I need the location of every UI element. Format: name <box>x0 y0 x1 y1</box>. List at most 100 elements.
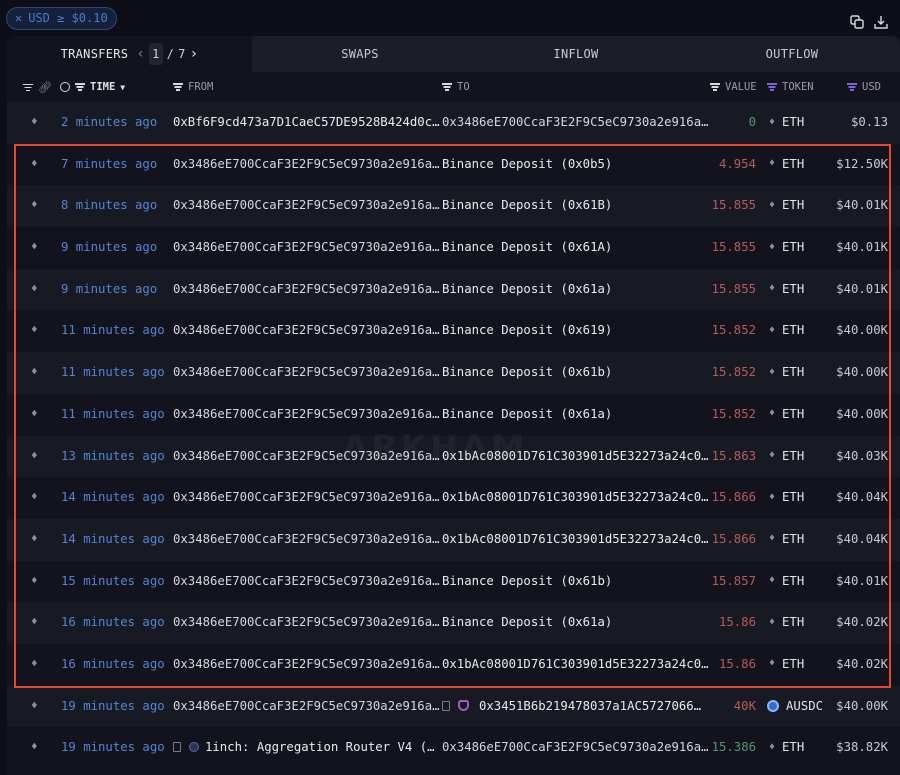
to-address[interactable]: Binance Deposit (0x61a) <box>442 615 612 629</box>
tx-time-link[interactable]: 11 minutes ago <box>61 407 165 421</box>
table-row[interactable]: ♦ 16 minutes ago 0x3486eE700CcaF3E2F9C5e… <box>7 643 900 686</box>
from-address[interactable]: 1inch: Aggregation Router V4 (… <box>173 740 435 754</box>
token[interactable]: ♦ ETH <box>769 115 804 129</box>
tab-transfers[interactable]: TRANSFERS ‹ 1 / 7 › <box>7 36 252 72</box>
token[interactable]: ♦ ETH <box>769 157 804 171</box>
tab-outflow[interactable]: OUTFLOW <box>684 36 900 72</box>
usd-filter-chip[interactable]: ✕ USD ≥ $0.10 <box>6 7 117 30</box>
chevron-right-icon[interactable]: › <box>190 46 199 62</box>
from-address[interactable]: 0x3486eE700CcaF3E2F9C5eC9730a2e916a… <box>173 240 440 254</box>
to-address[interactable]: Binance Deposit (0x61b) <box>442 574 612 588</box>
tx-time-link[interactable]: 16 minutes ago <box>61 615 165 629</box>
col-to[interactable]: TO <box>457 81 470 93</box>
to-address[interactable]: 0x3486eE700CcaF3E2F9C5eC9730a2e916a… <box>442 115 709 129</box>
tx-time-link[interactable]: 9 minutes ago <box>61 282 157 296</box>
time-filter-icon[interactable] <box>75 83 85 91</box>
tx-time-link[interactable]: 14 minutes ago <box>61 532 165 546</box>
usd-filter-icon[interactable] <box>847 83 857 91</box>
link-icon[interactable]: 🔗︎ <box>38 81 52 94</box>
from-address[interactable]: 0x3486eE700CcaF3E2F9C5eC9730a2e916a… <box>173 699 440 713</box>
table-row[interactable]: ♦ 9 minutes ago 0x3486eE700CcaF3E2F9C5eC… <box>7 268 900 311</box>
tx-time-link[interactable]: 19 minutes ago <box>61 740 165 754</box>
to-address[interactable]: Binance Deposit (0x61a) <box>442 407 612 421</box>
from-address[interactable]: 0x3486eE700CcaF3E2F9C5eC9730a2e916a… <box>173 574 440 588</box>
token[interactable]: ♦ ETH <box>769 532 804 546</box>
from-address[interactable]: 0x3486eE700CcaF3E2F9C5eC9730a2e916a… <box>173 282 440 296</box>
table-row[interactable]: ♦ 11 minutes ago 0x3486eE700CcaF3E2F9C5e… <box>7 310 900 353</box>
col-usd[interactable]: USD <box>862 81 881 93</box>
tx-time-link[interactable]: 15 minutes ago <box>61 574 165 588</box>
table-row[interactable]: ♦ 8 minutes ago 0x3486eE700CcaF3E2F9C5eC… <box>7 185 900 228</box>
to-address[interactable]: Binance Deposit (0x61A) <box>442 240 612 254</box>
from-address[interactable]: 0x3486eE700CcaF3E2F9C5eC9730a2e916a… <box>173 532 440 546</box>
col-value[interactable]: VALUE <box>725 81 757 93</box>
tx-time-link[interactable]: 2 minutes ago <box>61 115 157 129</box>
tx-time-link[interactable]: 8 minutes ago <box>61 198 157 212</box>
value-filter-icon[interactable] <box>710 83 720 91</box>
clock-icon[interactable] <box>60 82 70 92</box>
from-address[interactable]: 0x3486eE700CcaF3E2F9C5eC9730a2e916a… <box>173 615 440 629</box>
to-address[interactable]: 0x1bAc08001D761C303901d5E32273a24c0… <box>442 532 709 546</box>
chevron-left-icon[interactable]: ‹ <box>136 46 145 62</box>
tab-inflow[interactable]: INFLOW <box>468 36 684 72</box>
token[interactable]: AUSDC <box>767 699 823 713</box>
token[interactable]: ♦ ETH <box>769 365 804 379</box>
token[interactable]: ♦ ETH <box>769 574 804 588</box>
to-filter-icon[interactable] <box>442 83 452 91</box>
copy-icon[interactable] <box>850 14 864 33</box>
table-row[interactable]: ♦ 19 minutes ago 1inch: Aggregation Rout… <box>7 727 900 769</box>
token[interactable]: ♦ ETH <box>769 282 804 296</box>
to-address[interactable]: Binance Deposit (0x61B) <box>442 198 612 212</box>
tx-time-link[interactable]: 9 minutes ago <box>61 240 157 254</box>
tab-swaps[interactable]: SWAPS <box>252 36 468 72</box>
token[interactable]: ♦ ETH <box>769 240 804 254</box>
col-from[interactable]: FROM <box>188 81 213 93</box>
tx-time-link[interactable]: 19 minutes ago <box>61 699 165 713</box>
from-address[interactable]: 0xBf6F9cd473a7D1CaeC57DE9528B424d0c… <box>173 115 440 129</box>
page-current[interactable]: 1 <box>149 43 163 65</box>
tx-time-link[interactable]: 14 minutes ago <box>61 490 165 504</box>
table-row[interactable]: ♦ 2 minutes ago 0xBf6F9cd473a7D1CaeC57DE… <box>7 102 900 144</box>
table-row[interactable]: ♦ 7 minutes ago 0x3486eE700CcaF3E2F9C5eC… <box>7 143 900 186</box>
filter-icon[interactable] <box>23 84 33 92</box>
to-address[interactable]: Binance Deposit (0x619) <box>442 323 612 337</box>
download-icon[interactable] <box>874 14 888 33</box>
table-row[interactable]: ♦ 14 minutes ago 0x3486eE700CcaF3E2F9C5e… <box>7 477 900 519</box>
from-address[interactable]: 0x3486eE700CcaF3E2F9C5eC9730a2e916a… <box>173 157 440 171</box>
tx-time-link[interactable]: 16 minutes ago <box>61 657 165 671</box>
from-address[interactable]: 0x3486eE700CcaF3E2F9C5eC9730a2e916a… <box>173 657 440 671</box>
to-address[interactable]: 0x3451B6b219478037a1AC5727066… <box>442 699 701 713</box>
token[interactable]: ♦ ETH <box>769 615 804 629</box>
to-address[interactable]: Binance Deposit (0x61a) <box>442 282 612 296</box>
table-row[interactable]: ♦ 11 minutes ago 0x3486eE700CcaF3E2F9C5e… <box>7 352 900 394</box>
to-address[interactable]: Binance Deposit (0x61b) <box>442 365 612 379</box>
col-token[interactable]: TOKEN <box>782 81 814 93</box>
table-row[interactable]: ♦ 15 minutes ago 0x3486eE700CcaF3E2F9C5e… <box>7 560 900 603</box>
token[interactable]: ♦ ETH <box>769 740 804 754</box>
to-address[interactable]: 0x1bAc08001D761C303901d5E32273a24c0… <box>442 657 709 671</box>
tx-time-link[interactable]: 13 minutes ago <box>61 449 165 463</box>
from-address[interactable]: 0x3486eE700CcaF3E2F9C5eC9730a2e916a… <box>173 490 440 504</box>
token[interactable]: ♦ ETH <box>769 407 804 421</box>
table-row[interactable]: ♦ 14 minutes ago 0x3486eE700CcaF3E2F9C5e… <box>7 518 900 561</box>
tx-time-link[interactable]: 7 minutes ago <box>61 157 157 171</box>
to-address[interactable]: Binance Deposit (0x0b5) <box>442 157 612 171</box>
from-address[interactable]: 0x3486eE700CcaF3E2F9C5eC9730a2e916a… <box>173 198 440 212</box>
close-icon[interactable]: ✕ <box>15 8 22 29</box>
token[interactable]: ♦ ETH <box>769 490 804 504</box>
from-address[interactable]: 0x3486eE700CcaF3E2F9C5eC9730a2e916a… <box>173 365 440 379</box>
token[interactable]: ♦ ETH <box>769 198 804 212</box>
table-row[interactable]: ♦ 16 minutes ago 0x3486eE700CcaF3E2F9C5e… <box>7 602 900 644</box>
from-address[interactable]: 0x3486eE700CcaF3E2F9C5eC9730a2e916a… <box>173 407 440 421</box>
col-time[interactable]: TIME <box>90 81 115 93</box>
from-filter-icon[interactable] <box>173 83 183 91</box>
token[interactable]: ♦ ETH <box>769 323 804 337</box>
tx-time-link[interactable]: 11 minutes ago <box>61 365 165 379</box>
table-row[interactable]: ♦ 9 minutes ago 0x3486eE700CcaF3E2F9C5eC… <box>7 227 900 269</box>
to-address[interactable]: 0x1bAc08001D761C303901d5E32273a24c0… <box>442 490 709 504</box>
to-address[interactable]: 0x3486eE700CcaF3E2F9C5eC9730a2e916a… <box>442 740 709 754</box>
token-filter-icon[interactable] <box>767 83 777 91</box>
sort-desc-icon[interactable]: ▼ <box>120 83 125 92</box>
token[interactable]: ♦ ETH <box>769 657 804 671</box>
from-address[interactable]: 0x3486eE700CcaF3E2F9C5eC9730a2e916a… <box>173 323 440 337</box>
